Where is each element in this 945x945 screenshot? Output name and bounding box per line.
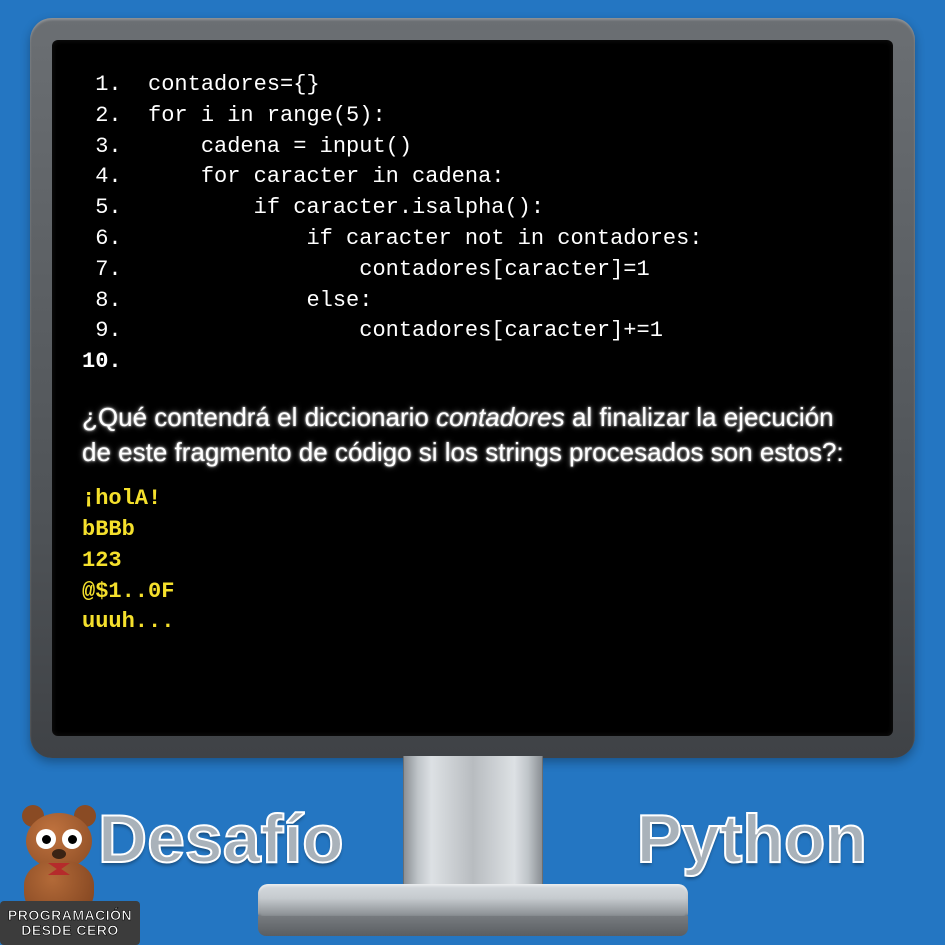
code-line-4: for caracter in cadena: [148, 164, 504, 189]
question-em: contadores [436, 402, 565, 432]
brand-line2: DESDE CERO [21, 923, 119, 938]
monitor-stand-neck [403, 756, 543, 888]
code-line-7: contadores[caracter]=1 [148, 257, 650, 282]
input-5: uuuh... [82, 609, 174, 634]
monitor-frame: 1. contadores={} 2. for i in range(5): 3… [30, 18, 915, 758]
lineno-7: 7. [82, 257, 148, 282]
lineno-10: 10. [82, 349, 148, 374]
code-line-3: cadena = input() [148, 134, 412, 159]
code-line-9: contadores[caracter]+=1 [148, 318, 663, 343]
lineno-6: 6. [82, 226, 148, 251]
lineno-3: 3. [82, 134, 148, 159]
code-line-5: if caracter.isalpha(): [148, 195, 544, 220]
input-4: @$1..0F [82, 579, 174, 604]
screen: 1. contadores={} 2. for i in range(5): 3… [52, 40, 893, 736]
input-2: bBBb [82, 517, 135, 542]
brand-badge: PROGRAMACIÓN DESDE CERO [0, 901, 140, 945]
title-left: Desafío [98, 800, 344, 878]
input-strings: ¡holA! bBBb 123 @$1..0F uuuh... [82, 484, 863, 638]
lineno-4: 4. [82, 164, 148, 189]
input-3: 123 [82, 548, 122, 573]
code-line-1: contadores={} [148, 72, 320, 97]
code-line-6: if caracter not in contadores: [148, 226, 703, 251]
code-block: 1. contadores={} 2. for i in range(5): 3… [82, 70, 863, 378]
monitor-stand-base [258, 884, 688, 919]
lineno-1: 1. [82, 72, 148, 97]
title-right: Python [637, 800, 867, 878]
lineno-5: 5. [82, 195, 148, 220]
lineno-8: 8. [82, 288, 148, 313]
input-1: ¡holA! [82, 486, 161, 511]
lineno-9: 9. [82, 318, 148, 343]
question-part1: ¿Qué contendrá el diccionario [82, 402, 436, 432]
brand-line1: PROGRAMACIÓN [8, 908, 132, 923]
question-text: ¿Qué contendrá el diccionario contadores… [82, 400, 863, 470]
monitor-stand-foot [258, 916, 688, 936]
lineno-2: 2. [82, 103, 148, 128]
code-line-8: else: [148, 288, 372, 313]
code-line-2: for i in range(5): [148, 103, 386, 128]
